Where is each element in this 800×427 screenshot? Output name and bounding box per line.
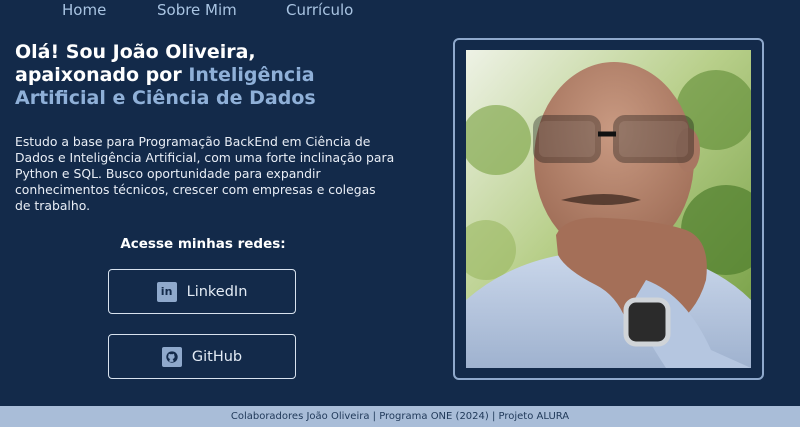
headline-line-1: Olá! Sou João Oliveira, [15, 41, 256, 63]
linkedin-icon: in [156, 281, 177, 302]
bio-text: Estudo a base para Programação BackEnd e… [15, 134, 395, 213]
github-button[interactable]: GitHub [108, 334, 296, 379]
profile-photo-frame [453, 38, 764, 380]
profile-photo [466, 50, 751, 368]
headline-accent-2: Artificial e Ciência de Dados [15, 87, 316, 109]
footer-text: Colaboradores João Oliveira | Programa O… [230, 411, 570, 422]
headline-line-2-prefix: apaixonado por [15, 64, 189, 86]
page-title: Olá! Sou João Oliveira, apaixonado por I… [15, 41, 415, 110]
linkedin-label: LinkedIn [186, 283, 248, 300]
nav-home[interactable]: Home [62, 1, 106, 19]
nav-about[interactable]: Sobre Mim [157, 1, 237, 19]
github-icon [161, 346, 182, 367]
nav-resume[interactable]: Currículo [286, 1, 353, 19]
headline-accent-1: Inteligência [188, 64, 315, 86]
footer: Colaboradores João Oliveira | Programa O… [0, 406, 800, 427]
linkedin-button[interactable]: in LinkedIn [108, 269, 296, 314]
github-label: GitHub [191, 348, 243, 365]
top-nav: Home Sobre Mim Currículo [0, 0, 800, 22]
networks-title: Acesse minhas redes: [120, 236, 286, 252]
